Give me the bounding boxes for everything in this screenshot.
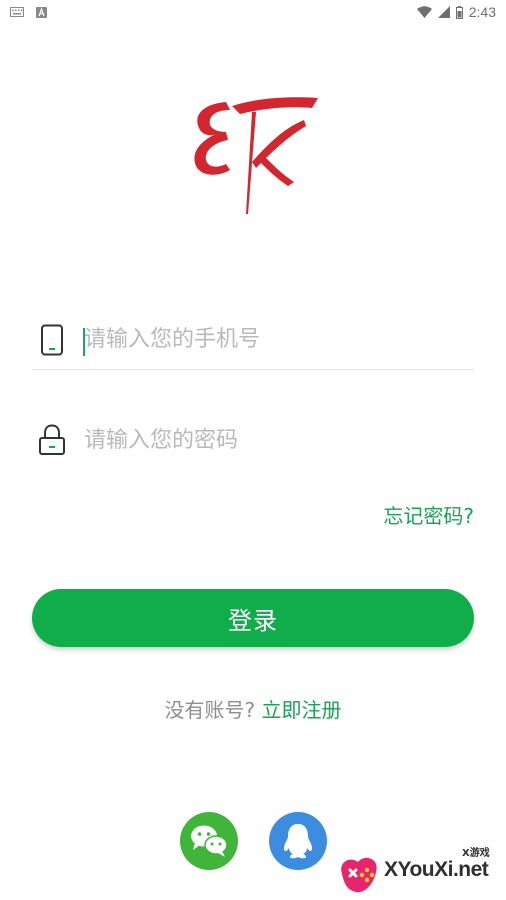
keyboard-icon: [10, 7, 24, 17]
app-notification-icon: [36, 6, 47, 18]
register-link[interactable]: 立即注册: [261, 698, 341, 722]
watermark-text: XYouXi.net: [384, 858, 489, 881]
status-time: 2:43: [468, 4, 496, 20]
wifi-icon: [416, 6, 432, 18]
status-right: 2:43: [416, 4, 496, 20]
status-bar: 2:43: [0, 0, 506, 24]
signal-icon: [437, 6, 450, 18]
gamepad-logo-icon: [341, 857, 377, 893]
password-field-row: [32, 410, 474, 470]
phone-input[interactable]: [84, 319, 474, 360]
text-cursor: [83, 328, 85, 356]
status-left: [10, 6, 47, 18]
wechat-icon: [191, 825, 228, 857]
phone-field-row: [32, 310, 474, 370]
login-screen: 2:43 请输入您的手机号 忘记密码? 登录 没有账号? 立即注册 X游戏 XY…: [0, 0, 506, 900]
register-row: 没有账号? 立即注册: [0, 694, 506, 723]
lock-icon: [34, 422, 70, 458]
phone-icon: [34, 322, 70, 358]
password-input[interactable]: [84, 420, 474, 460]
battery-icon: [455, 5, 463, 19]
wechat-login-button[interactable]: [180, 812, 238, 870]
qq-login-button[interactable]: [269, 812, 327, 870]
qq-penguin-icon: [283, 824, 313, 859]
forgot-password-link[interactable]: 忘记密码?: [383, 500, 474, 529]
watermark-small-text: X游戏: [462, 848, 490, 859]
app-logo: [182, 86, 322, 220]
site-watermark: X游戏 XYouXi.net: [334, 840, 506, 900]
login-button[interactable]: 登录: [32, 589, 474, 647]
no-account-text: 没有账号?: [164, 698, 256, 722]
